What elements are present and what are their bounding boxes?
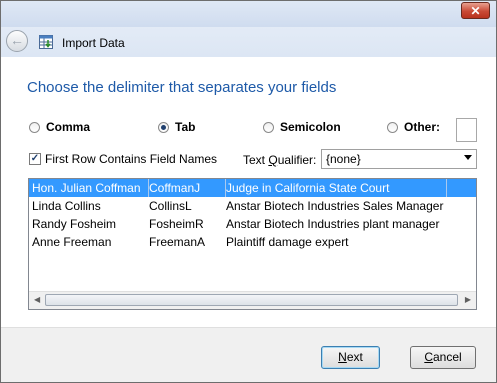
first-row-field-names[interactable]: ✓ First Row Contains Field Names (29, 152, 217, 166)
table-cell: FreemanA (149, 235, 206, 249)
table-cell: Hon. Julian Coffman (29, 179, 149, 197)
table-row[interactable]: Hon. Julian Coffman CoffmanJ Judge in Ca… (29, 179, 476, 197)
page-heading: Choose the delimiter that separates your… (27, 79, 337, 96)
text-qualifier-value: {none} (326, 152, 361, 166)
table-cell: Linda Collins (32, 199, 101, 213)
radio-comma-indicator[interactable] (29, 121, 40, 133)
text-qualifier-select[interactable]: {none} (321, 149, 477, 169)
radio-tab-indicator[interactable] (158, 121, 169, 133)
table-cell: Anstar Biotech Industries Sales Manager (226, 199, 444, 213)
radio-tab[interactable]: Tab (158, 120, 195, 134)
table-cell: Randy Fosheim (32, 217, 117, 231)
table-cell: CoffmanJ (146, 179, 226, 197)
scrollbar-thumb[interactable] (45, 294, 458, 306)
table-row[interactable]: Randy Fosheim FosheimR Anstar Biotech In… (29, 215, 476, 233)
radio-semicolon[interactable]: Semicolon (263, 120, 341, 134)
cancel-button[interactable]: Cancel (410, 346, 476, 369)
table-cell: CollinsL (149, 199, 192, 213)
radio-other[interactable]: Other: (387, 120, 440, 134)
radio-semicolon-label: Semicolon (280, 120, 341, 134)
first-row-checkbox[interactable]: ✓ (29, 153, 41, 165)
radio-semicolon-indicator[interactable] (263, 121, 274, 133)
radio-other-indicator[interactable] (387, 121, 398, 133)
table-cell: Anstar Biotech Industries plant manager (226, 217, 440, 231)
import-data-window: ✕ ← Import Data Choose the delimiter tha… (0, 0, 497, 383)
other-delimiter-input[interactable] (456, 118, 477, 142)
table-row[interactable]: Anne Freeman FreemanA Plaintiff damage e… (29, 233, 476, 251)
radio-comma[interactable]: Comma (29, 120, 90, 134)
chevron-down-icon (464, 155, 472, 160)
back-arrow-icon: ← (10, 32, 24, 48)
table-cell: Anne Freeman (32, 235, 112, 249)
radio-tab-label: Tab (175, 120, 196, 134)
wizard-nav-bar: ← Import Data (1, 27, 496, 57)
wizard-content: Choose the delimiter that separates your… (1, 57, 496, 327)
radio-comma-label: Comma (46, 120, 91, 134)
close-icon: ✕ (470, 4, 481, 18)
table-cell: Plaintiff damage expert (226, 235, 349, 249)
preview-grid[interactable]: Hon. Julian Coffman CoffmanJ Judge in Ca… (28, 178, 477, 310)
table-cell: FosheimR (149, 217, 204, 231)
table-cell: Judge in California State Court (223, 179, 447, 197)
import-table-icon (39, 35, 53, 49)
next-button[interactable]: Next (321, 346, 380, 369)
close-button[interactable]: ✕ (461, 2, 490, 19)
wizard-title: Import Data (62, 36, 125, 50)
title-bar: ✕ (1, 1, 496, 27)
back-button[interactable]: ← (6, 30, 28, 52)
first-row-checkbox-label: First Row Contains Field Names (45, 152, 218, 166)
wizard-footer: Next Cancel (1, 327, 496, 382)
radio-other-label: Other: (404, 120, 440, 134)
table-row[interactable]: Linda Collins CollinsL Anstar Biotech In… (29, 197, 476, 215)
text-qualifier-label: Text Qualifier: (243, 153, 317, 167)
horizontal-scrollbar[interactable]: ◀ ▶ (29, 291, 476, 309)
scroll-right-icon[interactable]: ▶ (465, 295, 471, 304)
scroll-left-icon[interactable]: ◀ (34, 295, 40, 304)
